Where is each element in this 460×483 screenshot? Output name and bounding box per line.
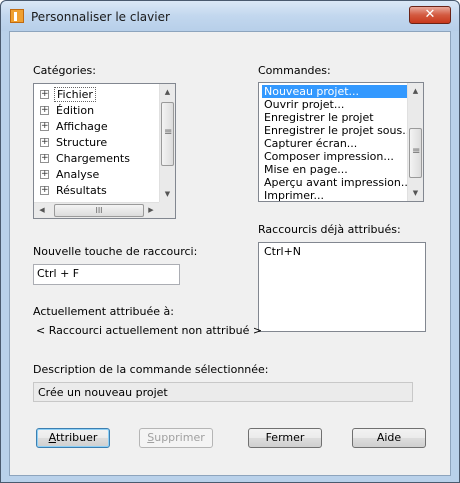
new-shortcut-label: Nouvelle touche de raccourci: (33, 245, 198, 258)
scroll-up-arrow-icon[interactable]: ▲ (160, 84, 175, 100)
category-item[interactable]: + Fichier (40, 86, 96, 103)
commands-label: Commandes: (258, 64, 331, 77)
description-field: Crée un nouveau projet (33, 382, 413, 402)
scroll-up-arrow-icon[interactable]: ▲ (408, 83, 423, 99)
dialog-window: Personnaliser le clavier ✕ Catégories: +… (0, 0, 460, 483)
category-item[interactable]: + Édition (40, 103, 96, 119)
close-button[interactable]: Fermer (248, 428, 322, 448)
command-item[interactable]: Nouveau projet... (262, 85, 410, 98)
currently-assigned-value: < Raccourci actuellement non attribué > (36, 324, 263, 337)
scroll-left-arrow-icon[interactable]: ◀ (34, 203, 50, 218)
category-label: Fichier (54, 86, 96, 102)
command-item[interactable]: Composer impression... (262, 150, 396, 163)
expand-plus-icon[interactable]: + (40, 153, 49, 163)
scroll-corner (159, 202, 175, 218)
assigned-shortcuts-label: Raccourcis déjà attribués: (258, 223, 401, 236)
new-shortcut-input[interactable]: Ctrl + F (33, 264, 180, 285)
assigned-shortcuts-list[interactable]: Ctrl+N (258, 242, 426, 332)
categories-label: Catégories: (33, 64, 96, 77)
command-item[interactable]: Ouvrir projet... (262, 98, 346, 111)
hscroll-thumb[interactable]: III (54, 204, 144, 217)
assign-label-rest: ttribuer (55, 431, 98, 444)
app-icon (10, 9, 24, 23)
scroll-right-arrow-icon[interactable]: ▶ (143, 203, 159, 218)
categories-vscrollbar[interactable]: ▲ ▼ (159, 84, 175, 202)
expand-plus-icon[interactable]: + (40, 137, 49, 147)
category-label: Résultats (56, 183, 107, 197)
category-item[interactable]: + Chargements (40, 151, 132, 167)
close-window-button[interactable]: ✕ (409, 6, 451, 24)
command-item[interactable]: Enregistrer le projet sous... (262, 124, 415, 137)
command-item[interactable]: Enregistrer le projet (262, 111, 376, 124)
description-label: Description de la commande sélectionnée: (33, 363, 269, 376)
category-item[interactable]: + Analyse (40, 167, 101, 183)
expand-plus-icon[interactable]: + (40, 169, 49, 179)
help-button[interactable]: Aide (352, 428, 426, 448)
assigned-shortcut-item[interactable]: Ctrl+N (262, 245, 303, 258)
command-item[interactable]: Aperçu avant impression... (262, 176, 413, 189)
expand-plus-icon[interactable]: + (40, 121, 49, 131)
command-item[interactable]: Imprimer... (262, 189, 326, 201)
command-item[interactable]: Capturer écran... (262, 137, 359, 150)
category-item[interactable]: + Affichage (40, 119, 110, 135)
categories-tree[interactable]: + Fichier + Édition + Affichage + Structure + Cha… (33, 83, 176, 219)
currently-assigned-label: Actuellement attribuée à: (33, 305, 174, 318)
scroll-down-arrow-icon[interactable]: ▼ (408, 185, 423, 201)
scroll-down-arrow-icon[interactable]: ▼ (160, 186, 175, 202)
assign-mnemonic: A (48, 431, 56, 444)
window-title: Personnaliser le clavier (31, 10, 170, 24)
commands-list[interactable]: Nouveau projet... Ouvrir projet... Enregis… (258, 82, 424, 202)
scroll-thumb[interactable] (409, 128, 422, 178)
category-label: Édition (56, 103, 95, 117)
remove-button[interactable]: Supprimer (139, 428, 213, 448)
category-label: Analyse (56, 167, 100, 181)
title-bar[interactable]: Personnaliser le clavier ✕ (1, 1, 459, 31)
scroll-thumb[interactable] (161, 102, 174, 166)
categories-hscrollbar[interactable]: ◀ III ▶ (34, 202, 159, 218)
category-label: Chargements (56, 151, 130, 165)
commands-vscrollbar[interactable]: ▲ ▼ (407, 83, 423, 201)
command-item[interactable]: Mise en page... (262, 163, 350, 176)
remove-label-rest: upprimer (154, 431, 205, 444)
expand-plus-icon[interactable]: + (40, 89, 49, 99)
category-item[interactable]: + Structure (40, 135, 109, 151)
category-label: Affichage (56, 119, 108, 133)
category-item[interactable]: + Résultats (40, 183, 109, 199)
category-label: Structure (56, 135, 108, 149)
assign-button[interactable]: Attribuer (36, 428, 110, 448)
dialog-body: Catégories: + Fichier + Édition + Affichage + S… (9, 31, 451, 476)
expand-plus-icon[interactable]: + (40, 105, 49, 115)
expand-plus-icon[interactable]: + (40, 185, 49, 195)
